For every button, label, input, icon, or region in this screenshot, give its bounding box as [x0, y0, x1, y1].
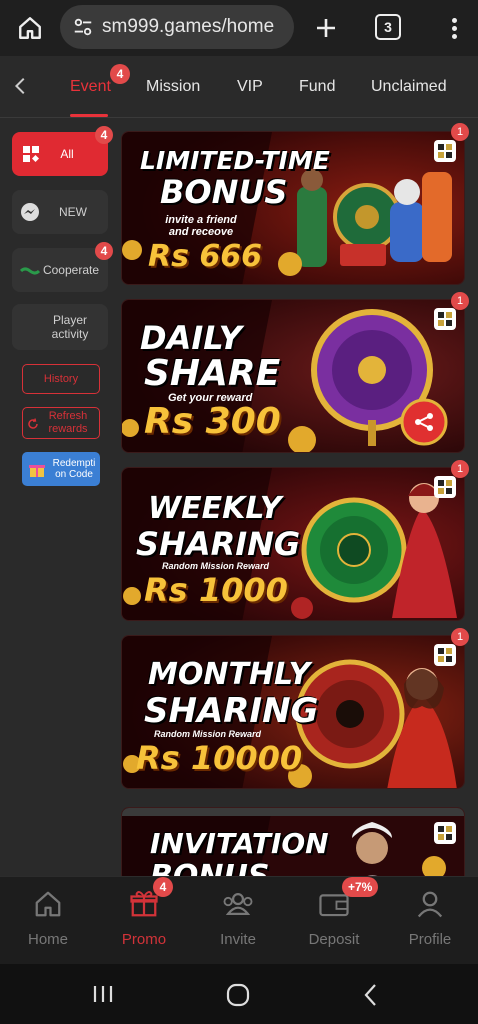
banner-badge: 1: [451, 292, 469, 310]
banner-title-line2: SHARE: [144, 353, 281, 394]
banner-badge: 1: [451, 123, 469, 141]
banner-title-line1: LIMITED-TIME: [140, 146, 330, 175]
nav-invite[interactable]: Invite: [198, 887, 278, 948]
brand-logo-icon: [434, 476, 456, 498]
user-icon: [417, 891, 443, 918]
sidebar-item-player-activity[interactable]: Player activity: [12, 304, 108, 350]
sidebar-item-label: Cooperate: [42, 263, 100, 277]
banner-daily-share[interactable]: DAILY SHARE Get your reward Rs 300: [121, 299, 465, 453]
back-icon[interactable]: [362, 983, 380, 1007]
nav-home[interactable]: Home: [8, 887, 88, 948]
system-navigation-bar: [0, 964, 478, 1024]
browser-menu-button[interactable]: [444, 12, 464, 44]
bottom-navigation: Home Promo 4 Invite Deposit +7% Profile: [0, 876, 478, 964]
home-icon: [35, 891, 61, 917]
banner-title-line1: WEEKLY: [148, 491, 282, 526]
banner-limited-time-bonus[interactable]: LIMITED-TIME BONUS invite a friend and r…: [121, 131, 465, 285]
promo-content: All 4 NEW Cooperate 4 Player activity Hi…: [0, 118, 478, 876]
browser-home-button[interactable]: [14, 12, 46, 44]
banner-title-line2: BONUS: [150, 859, 269, 877]
banner-amount: Rs 1000: [144, 571, 288, 609]
nav-label: Promo: [121, 931, 167, 948]
brand-logo-icon: [434, 308, 456, 330]
banner-subtitle: Random Mission Reward: [162, 561, 270, 571]
sidebar-all-badge: 4: [95, 126, 113, 144]
sidebar-item-new[interactable]: NEW: [12, 190, 108, 234]
nav-label: Home: [27, 931, 68, 948]
banner-subtitle: invite a friend and receove: [165, 214, 237, 239]
category-sidebar: All 4 NEW Cooperate 4 Player activity Hi…: [0, 118, 118, 876]
tab-unclaimed[interactable]: Unclaimed: [371, 78, 447, 96]
tab-vip[interactable]: VIP: [237, 78, 263, 96]
banner-amount: Rs 666: [148, 239, 263, 274]
banner-title-line1: INVITATION: [150, 827, 329, 860]
banner-monthly-sharing[interactable]: MONTHLY SHARING Random Mission Reward Rs…: [121, 635, 465, 789]
nav-label: Invite: [220, 931, 256, 948]
banner-weekly-sharing[interactable]: WEEKLY SHARING Random Mission Reward Rs …: [121, 467, 465, 621]
sidebar-item-label: NEW: [59, 205, 87, 219]
banner-amount: Rs 300: [144, 401, 281, 442]
history-button[interactable]: History: [22, 364, 100, 394]
new-tab-button[interactable]: [310, 12, 342, 44]
promo-tab-bar: Event 4 Mission VIP Fund Unclaimed: [0, 56, 478, 118]
brand-logo-icon: [434, 822, 456, 844]
address-bar[interactable]: sm999.games/home: [60, 5, 294, 49]
brand-logo-icon: [434, 140, 456, 162]
tab-count: 3: [384, 19, 392, 35]
tab-event-badge: 4: [110, 64, 130, 84]
tab-fund[interactable]: Fund: [299, 78, 335, 96]
redemption-code-button[interactable]: Redempti on Code: [22, 452, 100, 486]
tab-event[interactable]: Event: [70, 78, 111, 96]
banner-badge: 1: [451, 628, 469, 646]
back-arrow-icon[interactable]: [10, 75, 32, 97]
banner-subtitle: Random Mission Reward: [154, 729, 262, 739]
users-icon: [223, 893, 253, 915]
banner-title-line2: SHARING: [136, 525, 301, 563]
history-label: History: [43, 373, 79, 385]
refresh-icon: [28, 418, 38, 429]
nav-deposit-badge: +7%: [342, 877, 379, 897]
nav-promo-badge: 4: [153, 877, 173, 897]
nav-label: Deposit: [308, 931, 360, 948]
gift-box-icon: [29, 465, 45, 477]
banner-badge: 1: [451, 460, 469, 478]
browser-toolbar: sm999.games/home 3: [0, 0, 478, 56]
url-text: sm999.games/home: [102, 16, 275, 37]
sidebar-item-all[interactable]: All: [12, 132, 108, 176]
banner-invitation-bonus[interactable]: INVITATION BONUS: [121, 807, 465, 876]
banner-amount: Rs 10000: [136, 739, 303, 777]
refresh-rewards-label: Refresh rewards: [48, 410, 88, 435]
banner-title-line1: MONTHLY: [148, 657, 311, 692]
home-icon: [19, 17, 41, 39]
banner-title-line2: BONUS: [160, 173, 288, 211]
grid-icon: [23, 146, 39, 162]
home-circle-icon[interactable]: [225, 982, 251, 1008]
messenger-icon: [21, 203, 39, 221]
redemption-code-label: Redempti on Code: [52, 457, 96, 481]
banner-title-line2: SHARING: [144, 691, 319, 731]
site-settings-icon[interactable]: [72, 16, 94, 38]
handshake-icon: [20, 267, 40, 275]
sidebar-item-label: Player activity: [51, 312, 89, 341]
sidebar-cooperate-badge: 4: [95, 242, 113, 260]
active-tab-indicator: [70, 114, 108, 117]
recent-apps-icon[interactable]: [92, 984, 114, 1004]
brand-logo-icon: [434, 644, 456, 666]
banner-title-line1: DAILY: [140, 319, 242, 357]
plus-icon: [317, 19, 335, 37]
nav-promo[interactable]: Promo: [104, 887, 184, 948]
nav-label: Profile: [408, 931, 452, 948]
tab-mission[interactable]: Mission: [146, 78, 200, 96]
sidebar-item-label: All: [60, 147, 74, 161]
tab-switcher-button[interactable]: 3: [375, 14, 401, 40]
sidebar-item-cooperate[interactable]: Cooperate: [12, 248, 108, 292]
refresh-rewards-button[interactable]: Refresh rewards: [22, 407, 100, 439]
nav-profile[interactable]: Profile: [390, 887, 470, 948]
